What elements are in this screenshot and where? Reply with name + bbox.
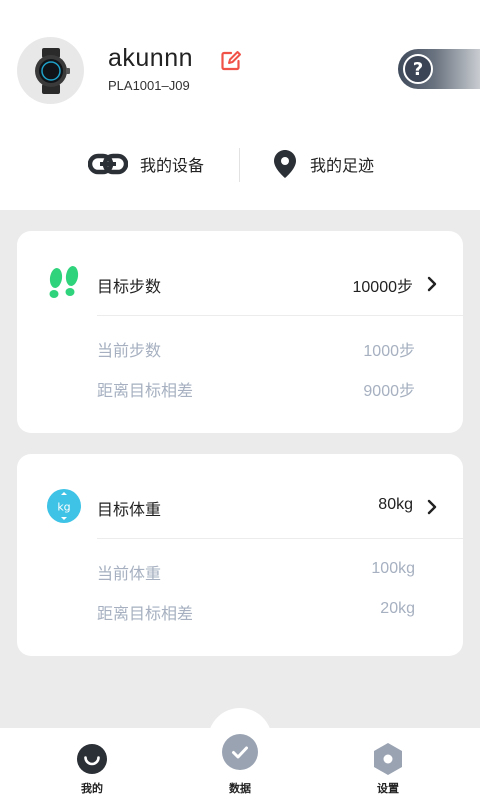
weight-diff-row: 距离目标相差 20kg: [97, 600, 415, 624]
link-icon: [88, 153, 128, 175]
steps-diff-value: 9000步: [363, 383, 415, 400]
steps-diff-label: 距离目标相差: [97, 381, 194, 400]
divider: [239, 148, 240, 182]
current-steps-row: 当前步数 1000步: [97, 337, 415, 361]
scale-kg-icon: kg: [47, 489, 81, 523]
chevron-right-icon: [427, 276, 437, 292]
current-steps-label: 当前步数: [97, 341, 162, 360]
current-weight-value: 100kg: [371, 560, 415, 577]
quick-links: 我的设备 我的足迹: [0, 140, 480, 188]
weight-diff-value: 20kg: [380, 600, 415, 617]
weight-goal-row[interactable]: kg 目标体重 80kg: [17, 454, 463, 538]
help-button[interactable]: ?: [398, 49, 480, 89]
my-devices-label: 我的设备: [140, 156, 205, 175]
steps-goal-card: 目标步数 10000步 当前步数 1000步 距离目标相差 9000步: [17, 231, 463, 433]
profile-header: akunnn PLA1001–J09 ? 我的设备 我的足迹: [0, 0, 480, 210]
divider: [97, 538, 463, 539]
svg-text:kg: kg: [57, 501, 70, 514]
weight-goal-card: kg 目标体重 80kg 当前体重 100kg 距离目标相差 20kg: [17, 454, 463, 656]
nav-item-me[interactable]: 我的: [42, 728, 142, 800]
current-weight-row: 当前体重 100kg: [97, 560, 415, 584]
current-weight-label: 当前体重: [97, 564, 162, 583]
divider: [97, 315, 463, 316]
smile-icon: [77, 744, 107, 774]
steps-goal-row[interactable]: 目标步数 10000步: [17, 231, 463, 315]
my-tracks-label: 我的足迹: [310, 156, 375, 175]
avatar[interactable]: [17, 37, 84, 104]
nav-item-data[interactable]: 数据: [190, 728, 290, 800]
chevron-right-icon: [427, 499, 437, 515]
username: akunnn: [108, 44, 194, 72]
weight-goal-value: 80kg: [378, 496, 413, 513]
footprints-icon: [49, 266, 79, 298]
device-id: PLA1001–J09: [108, 78, 190, 93]
edit-icon[interactable]: [220, 50, 242, 72]
current-steps-value: 1000步: [363, 343, 415, 360]
watch-icon: [34, 47, 70, 94]
bottom-nav: 我的 数据 设置: [0, 728, 480, 800]
check-circle-icon: [222, 734, 258, 770]
steps-goal-value: 10000步: [352, 279, 414, 296]
hexagon-gear-icon: [374, 743, 402, 775]
nav-item-settings[interactable]: 设置: [338, 728, 438, 800]
steps-goal-title: 目标步数: [97, 277, 162, 296]
question-icon: ?: [403, 54, 433, 84]
my-tracks-link[interactable]: 我的足迹: [272, 140, 374, 188]
my-devices-link[interactable]: 我的设备: [88, 140, 204, 188]
nav-label-me: 我的: [81, 782, 103, 795]
weight-diff-label: 距离目标相差: [97, 604, 194, 623]
location-pin-icon: [274, 150, 296, 178]
steps-diff-row: 距离目标相差 9000步: [97, 377, 415, 401]
weight-goal-title: 目标体重: [97, 500, 162, 519]
nav-label-settings: 设置: [377, 782, 399, 795]
nav-label-data: 数据: [229, 782, 251, 795]
